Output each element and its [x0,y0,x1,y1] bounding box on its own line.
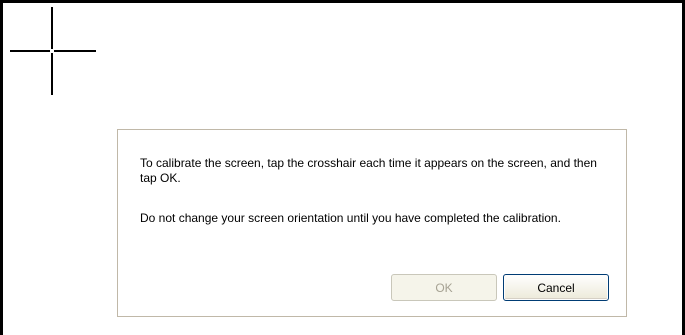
calibration-dialog: To calibrate the screen, tap the crossha… [117,129,627,317]
calibration-screen[interactable]: To calibrate the screen, tap the crossha… [0,0,685,335]
instruction-text: To calibrate the screen, tap the crossha… [140,156,597,185]
ok-button[interactable]: OK [391,274,497,301]
cancel-button[interactable]: Cancel [503,274,609,301]
crosshair-center [50,49,54,53]
crosshair-icon[interactable] [10,7,96,95]
orientation-warning-text: Do not change your screen orientation un… [140,211,561,225]
